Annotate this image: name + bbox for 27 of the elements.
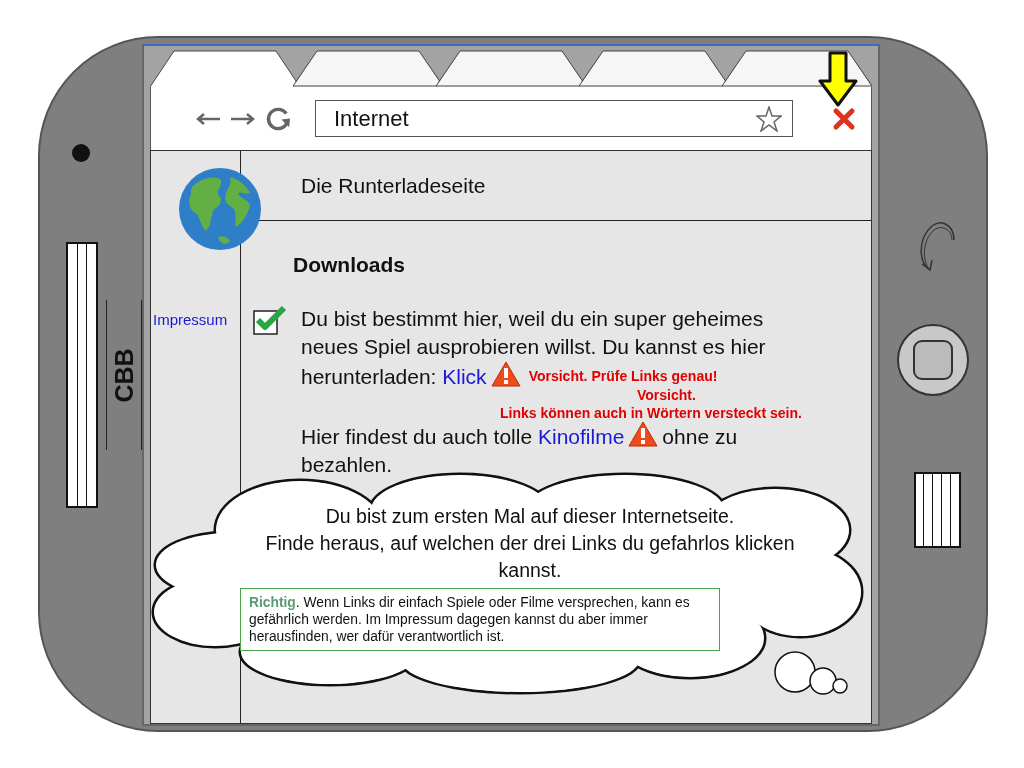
- forward-arrow-icon[interactable]: [230, 111, 256, 126]
- device-logo: CBB: [109, 347, 139, 403]
- down-arrow-icon: [818, 51, 858, 107]
- page-title: Die Runterladeseite: [301, 173, 486, 198]
- camera-dot: [72, 144, 90, 162]
- slot-icon: [66, 242, 98, 508]
- address-field[interactable]: Internet: [315, 100, 793, 137]
- text-link[interactable]: Kinofilme: [537, 425, 625, 448]
- star-icon[interactable]: [756, 105, 782, 132]
- globe-icon: [178, 167, 262, 251]
- text-link[interactable]: Klick: [442, 365, 487, 388]
- paragraph: Du bist bestimmt hier, weil du ein super geheimes neues Spiel ausprobieren willst. Du kannst es hier herunterladen: Klick Vorsicht. Prüfe Links genau!: [301, 306, 767, 389]
- paragraph: Hier findest du auch tolle Kinofilme ohne zu bezahlen.: [301, 421, 823, 479]
- warning-note: Vorsicht. Prüfe Links genau!: [528, 368, 718, 384]
- reload-icon[interactable]: [265, 105, 292, 132]
- warning-note: Vorsicht.: [637, 387, 696, 403]
- warning-icon: [628, 421, 659, 447]
- warning-note: Links können auch in Wörtern versteckt sein.: [500, 405, 802, 421]
- checkbox[interactable]: [253, 305, 287, 335]
- warning-icon: [490, 361, 521, 387]
- page-heading: Downloads: [293, 253, 406, 277]
- impressum-link[interactable]: Impressum: [153, 311, 228, 328]
- feedback-box: Richtig. Wenn Links dir einfach Spiele oder Filme versprechen, kann es gefährlich werden. Im Impressum dagegen kannst du aber immer herausfinden, wer dafür verantwortlich ist.: [240, 588, 720, 651]
- hint-text: Du bist zum ersten Mal auf dieser Internetseite. Finde heraus, auf welchen der drei Links du gefahrlos klicken kannst.: [264, 504, 796, 583]
- back-arrow-icon[interactable]: [195, 111, 221, 126]
- close-icon[interactable]: [832, 106, 856, 131]
- slot-icon: [913, 472, 961, 548]
